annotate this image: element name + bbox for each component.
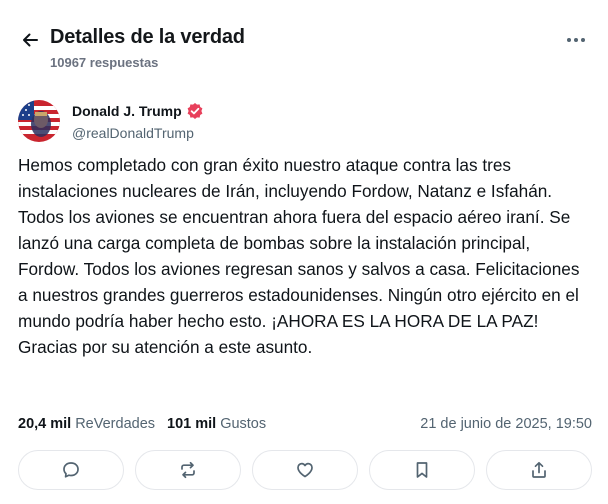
reply-icon: [63, 462, 79, 478]
author-handle[interactable]: @realDonaldTrump: [72, 125, 194, 141]
more-button[interactable]: [562, 28, 590, 52]
author-block: Donald J. Trump @realDonaldTrump: [18, 100, 418, 146]
header: Detalles de la verdad 10967 respuestas: [0, 0, 608, 80]
post-date: 21 de junio de 2025, 19:50: [420, 416, 592, 432]
avatar[interactable]: [18, 100, 60, 142]
repost-icon: [181, 461, 195, 479]
verified-badge-icon: [186, 102, 204, 120]
reverdades-label[interactable]: ReVerdades: [75, 416, 155, 432]
likes-label[interactable]: Gustos: [220, 416, 266, 432]
share-button[interactable]: [486, 450, 592, 490]
page-title: Detalles de la verdad: [50, 26, 245, 48]
like-button[interactable]: [252, 450, 358, 490]
more-horizontal-icon: [567, 38, 585, 42]
post-text: Hemos completado con gran éxito nuestro …: [18, 155, 580, 357]
post-stats: 20,4 mil ReVerdades 101 mil Gustos 21 de…: [18, 414, 592, 434]
repost-button[interactable]: [135, 450, 241, 490]
replies-count: 10967 respuestas: [50, 55, 159, 70]
author-name-text: Donald J. Trump: [72, 103, 182, 119]
likes-count[interactable]: 101 mil: [167, 416, 216, 432]
heart-icon: [297, 462, 313, 478]
bookmark-icon: [416, 462, 428, 478]
bookmark-button[interactable]: [369, 450, 475, 490]
reverdades-count[interactable]: 20,4 mil: [18, 416, 71, 432]
action-bar: [18, 450, 592, 490]
back-button[interactable]: [16, 26, 44, 54]
reply-button[interactable]: [18, 450, 124, 490]
arrow-left-icon: [23, 33, 38, 47]
share-icon: [532, 461, 546, 478]
author-name[interactable]: Donald J. Trump: [72, 102, 204, 120]
